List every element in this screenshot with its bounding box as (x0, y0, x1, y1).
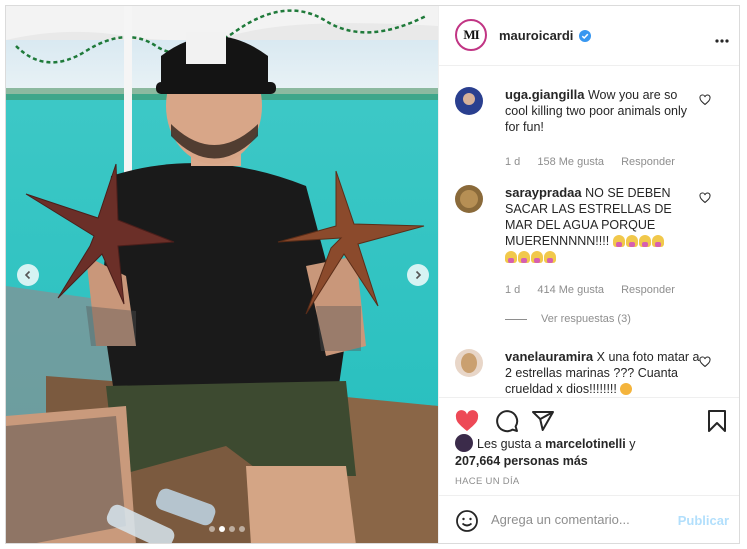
more-options-button[interactable] (715, 30, 729, 48)
comment-like-icon[interactable] (699, 192, 711, 204)
woman-gesturing-emoji (531, 251, 543, 263)
comments-list: uga.giangilla Wow you are so cool killin… (439, 67, 739, 397)
carousel-dot (229, 526, 235, 532)
reply-button[interactable]: Responder (621, 284, 675, 296)
comment-likes-count[interactable]: 158 Me gusta (537, 156, 604, 168)
view-replies-line (505, 318, 527, 320)
verified-badge-icon (579, 30, 591, 42)
comment-item: uga.giangilla Wow you are so cool killin… (455, 87, 735, 168)
woman-gesturing-emoji (505, 251, 517, 263)
reply-button[interactable]: Responder (621, 156, 675, 168)
comment-time: 1 d (505, 156, 521, 168)
commenter-username[interactable]: saraypradaa (505, 185, 582, 200)
comment-icon[interactable] (495, 409, 519, 433)
sad-face-emoji (620, 383, 633, 395)
post-photo[interactable] (6, 6, 438, 543)
carousel-next-button[interactable] (407, 264, 429, 286)
carousel-dots (209, 526, 245, 532)
post-comment-button[interactable]: Publicar (678, 513, 729, 528)
action-bar (439, 397, 739, 433)
author-avatar[interactable]: MI (455, 19, 487, 51)
likes-summary: Les gusta a marcelotinelli y 207,664 per… (455, 434, 735, 470)
woman-gesturing-emoji (625, 235, 638, 247)
emoji-picker-icon[interactable] (455, 509, 479, 533)
carousel-dot (209, 526, 215, 532)
share-icon[interactable] (531, 409, 555, 433)
commenter-avatar[interactable] (455, 349, 483, 377)
comment-meta: 1 d 158 Me gusta Responder (505, 156, 689, 168)
comment-likes-count[interactable]: 414 Me gusta (537, 284, 604, 296)
author-avatar-monogram: MI (463, 27, 479, 42)
commenter-avatar[interactable] (455, 185, 483, 213)
comment-text-block: uga.giangilla Wow you are so cool killin… (505, 87, 701, 135)
liker-avatar[interactable] (455, 434, 473, 452)
chevron-left-icon (24, 270, 31, 280)
woman-gesturing-emoji (651, 235, 664, 247)
likes-and: y (629, 437, 636, 451)
post-modal: MI mauroicardi uga.giangilla Wow you are… (5, 5, 740, 544)
carousel-prev-button[interactable] (17, 264, 39, 286)
post-header: MI mauroicardi (439, 6, 739, 66)
comment-time: 1 d (505, 284, 521, 296)
carousel-dot-active (219, 526, 225, 532)
author-username[interactable]: mauroicardi (499, 28, 573, 43)
bookmark-icon[interactable] (707, 409, 727, 433)
liker-username[interactable]: marcelotinelli (545, 437, 626, 451)
woman-gesturing-emoji (638, 235, 651, 247)
comment-item: saraypradaa NO SE DEBEN SACAR LAS ESTREL… (455, 185, 735, 335)
chevron-right-icon (415, 270, 422, 280)
view-replies-button[interactable]: Ver respuestas (3) (505, 313, 631, 325)
woman-gesturing-emoji (612, 235, 625, 247)
comment-like-icon[interactable] (699, 356, 711, 368)
post-timestamp[interactable]: HACE UN DÍA (455, 476, 520, 487)
add-comment-bar: Publicar (439, 495, 739, 543)
woman-gesturing-emoji (518, 251, 530, 263)
comment-text-block: vanelauramira X una foto matar a 2 estre… (505, 349, 701, 397)
view-replies-label: Ver respuestas (3) (541, 313, 631, 325)
comment-item: vanelauramira X una foto matar a 2 estre… (455, 349, 735, 397)
comment-meta: 1 d 414 Me gusta Responder (505, 284, 689, 296)
commenter-avatar[interactable] (455, 87, 483, 115)
carousel-dot (239, 526, 245, 532)
commenter-username[interactable]: vanelauramira (505, 349, 593, 364)
comment-like-icon[interactable] (699, 94, 711, 106)
comment-text-block: saraypradaa NO SE DEBEN SACAR LAS ESTREL… (505, 185, 701, 265)
post-side-panel: MI mauroicardi uga.giangilla Wow you are… (438, 6, 739, 543)
comment-input[interactable] (489, 511, 673, 528)
commenter-username[interactable]: uga.giangilla (505, 87, 584, 102)
likes-prefix: Les gusta a (477, 437, 542, 451)
woman-gesturing-emoji (544, 251, 556, 263)
more-horizontal-icon (715, 39, 729, 43)
like-heart-icon[interactable] (455, 410, 479, 432)
likes-count[interactable]: 207,664 personas más (455, 454, 588, 468)
photo-illustration (6, 6, 438, 543)
